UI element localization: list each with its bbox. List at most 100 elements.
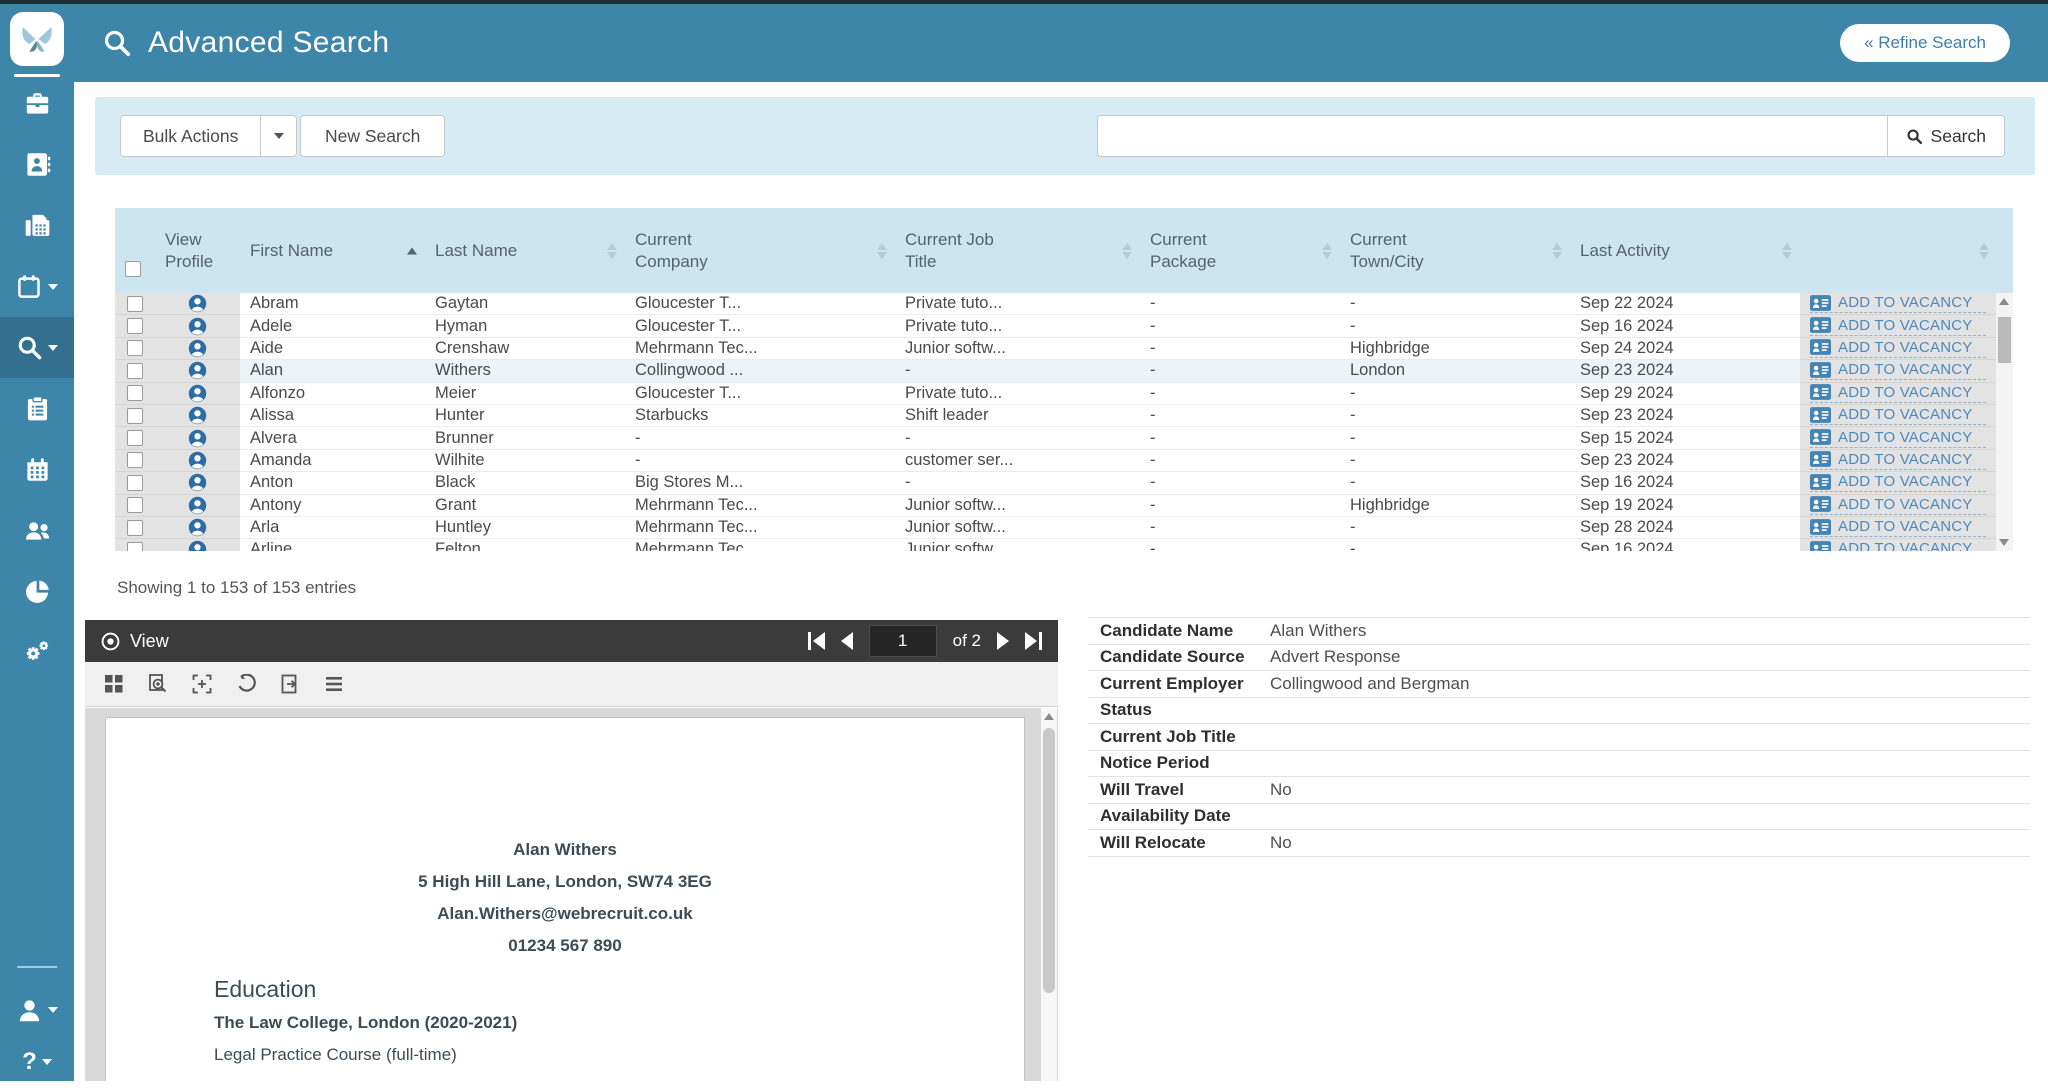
view-profile-cell xyxy=(155,495,240,517)
search-button[interactable]: Search xyxy=(1887,115,2005,157)
row-checkbox[interactable] xyxy=(127,475,143,491)
current-town-cell: - xyxy=(1340,293,1570,315)
add-to-vacancy-link[interactable]: ADD TO VACANCY xyxy=(1810,429,1986,448)
col-last-name[interactable]: Last Name xyxy=(425,208,625,293)
select-all-checkbox[interactable] xyxy=(125,261,141,277)
add-to-vacancy-link[interactable]: ADD TO VACANCY xyxy=(1810,540,1986,551)
view-toggle[interactable]: View xyxy=(130,631,169,652)
prev-page-button[interactable] xyxy=(841,632,853,650)
text-view-icon[interactable] xyxy=(323,673,345,695)
id-card-icon xyxy=(1810,317,1831,333)
user-profile-icon[interactable] xyxy=(188,473,207,492)
scroll-up-icon[interactable] xyxy=(1999,298,2009,305)
bulk-actions-dropdown-button[interactable] xyxy=(261,115,297,157)
sidebar-item-people[interactable] xyxy=(0,500,74,561)
add-to-vacancy-link[interactable]: ADD TO VACANCY xyxy=(1810,339,1986,358)
user-profile-icon[interactable] xyxy=(188,361,207,380)
user-profile-icon[interactable] xyxy=(188,540,207,551)
user-profile-icon[interactable] xyxy=(188,429,207,448)
row-checkbox[interactable] xyxy=(127,363,143,379)
current-package-cell: - xyxy=(1140,383,1340,405)
user-profile-icon[interactable] xyxy=(188,406,207,425)
add-to-vacancy-link[interactable]: ADD TO VACANCY xyxy=(1810,406,1986,425)
add-to-vacancy-cell: ADD TO VACANCY xyxy=(1800,472,1996,494)
sidebar-item-search[interactable] xyxy=(0,317,74,378)
search-input[interactable] xyxy=(1097,115,1887,157)
last-activity-cell: Sep 16 2024 xyxy=(1570,472,1800,494)
row-checkbox[interactable] xyxy=(127,296,143,312)
row-checkbox[interactable] xyxy=(127,318,143,334)
add-to-vacancy-link[interactable]: ADD TO VACANCY xyxy=(1810,496,1986,515)
col-first-name[interactable]: First Name xyxy=(240,208,425,293)
row-checkbox[interactable] xyxy=(127,520,143,536)
first-page-button[interactable] xyxy=(808,632,825,650)
add-to-vacancy-link[interactable]: ADD TO VACANCY xyxy=(1810,317,1986,336)
sidebar-item-contacts[interactable] xyxy=(0,134,74,195)
user-profile-icon[interactable] xyxy=(188,339,207,358)
sidebar-item-help[interactable]: ? xyxy=(0,1036,74,1088)
col-current-company[interactable]: Current Company xyxy=(625,208,895,293)
table-scrollbar[interactable] xyxy=(1996,293,2013,551)
page-number-input[interactable] xyxy=(869,625,937,657)
row-checkbox[interactable] xyxy=(127,452,143,468)
last-page-button[interactable] xyxy=(1025,632,1042,650)
fit-selection-icon[interactable] xyxy=(191,673,213,695)
sidebar-item-calendar[interactable] xyxy=(0,439,74,500)
scroll-down-icon[interactable] xyxy=(1999,539,2009,546)
add-to-vacancy-link[interactable]: ADD TO VACANCY xyxy=(1810,518,1986,537)
scroll-up-icon[interactable] xyxy=(1044,713,1054,720)
app-logo[interactable] xyxy=(10,12,64,66)
user-profile-icon[interactable] xyxy=(188,518,207,537)
sidebar-item-settings[interactable] xyxy=(0,622,74,683)
row-checkbox[interactable] xyxy=(127,408,143,424)
add-to-vacancy-link[interactable]: ADD TO VACANCY xyxy=(1810,473,1986,492)
table-row: AntonyGrantMehrmann Tec...Junior softw..… xyxy=(115,495,1996,517)
last-activity-cell: Sep 15 2024 xyxy=(1570,427,1800,449)
table-header-row: View Profile First Name Last Name Curren… xyxy=(115,208,2013,293)
last-name-cell: Hyman xyxy=(425,315,625,337)
user-profile-icon[interactable] xyxy=(188,317,207,336)
user-profile-icon[interactable] xyxy=(188,294,207,313)
cv-name: Alan Withers xyxy=(106,834,1024,866)
sidebar-item-account[interactable] xyxy=(0,984,74,1036)
search-page-icon[interactable] xyxy=(147,673,169,695)
add-to-vacancy-link[interactable]: ADD TO VACANCY xyxy=(1810,361,1986,380)
document-scrollbar[interactable] xyxy=(1041,708,1057,1081)
add-to-vacancy-link[interactable]: ADD TO VACANCY xyxy=(1810,384,1986,403)
col-current-package[interactable]: Current Package xyxy=(1140,208,1340,293)
thumbnails-icon[interactable] xyxy=(103,673,125,695)
row-checkbox[interactable] xyxy=(127,385,143,401)
refine-search-button[interactable]: « Refine Search xyxy=(1840,24,2010,62)
row-checkbox[interactable] xyxy=(127,542,143,551)
row-checkbox[interactable] xyxy=(127,340,143,356)
briefcase-icon xyxy=(24,90,51,117)
sidebar-item-fax[interactable] xyxy=(0,195,74,256)
export-page-icon[interactable] xyxy=(279,673,301,695)
scrollbar-thumb[interactable] xyxy=(1043,728,1055,993)
user-profile-icon[interactable] xyxy=(188,384,207,403)
new-search-button[interactable]: New Search xyxy=(300,115,445,157)
first-name-cell: Abram xyxy=(240,293,425,315)
row-checkbox[interactable] xyxy=(127,430,143,446)
scrollbar-thumb[interactable] xyxy=(1998,317,2011,363)
user-profile-icon[interactable] xyxy=(188,451,207,470)
sort-icon xyxy=(1322,243,1332,259)
sort-icon xyxy=(1782,243,1792,259)
rotate-icon[interactable] xyxy=(235,673,257,695)
detail-row: Availability Date xyxy=(1088,804,2030,831)
col-current-town[interactable]: Current Town/City xyxy=(1340,208,1570,293)
add-to-vacancy-link[interactable]: ADD TO VACANCY xyxy=(1810,294,1986,313)
add-to-vacancy-cell: ADD TO VACANCY xyxy=(1800,517,1996,539)
sidebar-item-jobs[interactable] xyxy=(0,73,74,134)
user-profile-icon[interactable] xyxy=(188,496,207,515)
add-to-vacancy-link[interactable]: ADD TO VACANCY xyxy=(1810,451,1986,470)
col-current-job-title[interactable]: Current Job Title xyxy=(895,208,1140,293)
col-last-activity[interactable]: Last Activity xyxy=(1570,208,1800,293)
search-icon xyxy=(16,334,43,361)
row-checkbox[interactable] xyxy=(127,497,143,513)
sidebar-item-tasks[interactable] xyxy=(0,378,74,439)
sidebar-item-events[interactable] xyxy=(0,256,74,317)
bulk-actions-button[interactable]: Bulk Actions xyxy=(120,115,261,157)
next-page-button[interactable] xyxy=(997,632,1009,650)
sidebar-item-reports[interactable] xyxy=(0,561,74,622)
